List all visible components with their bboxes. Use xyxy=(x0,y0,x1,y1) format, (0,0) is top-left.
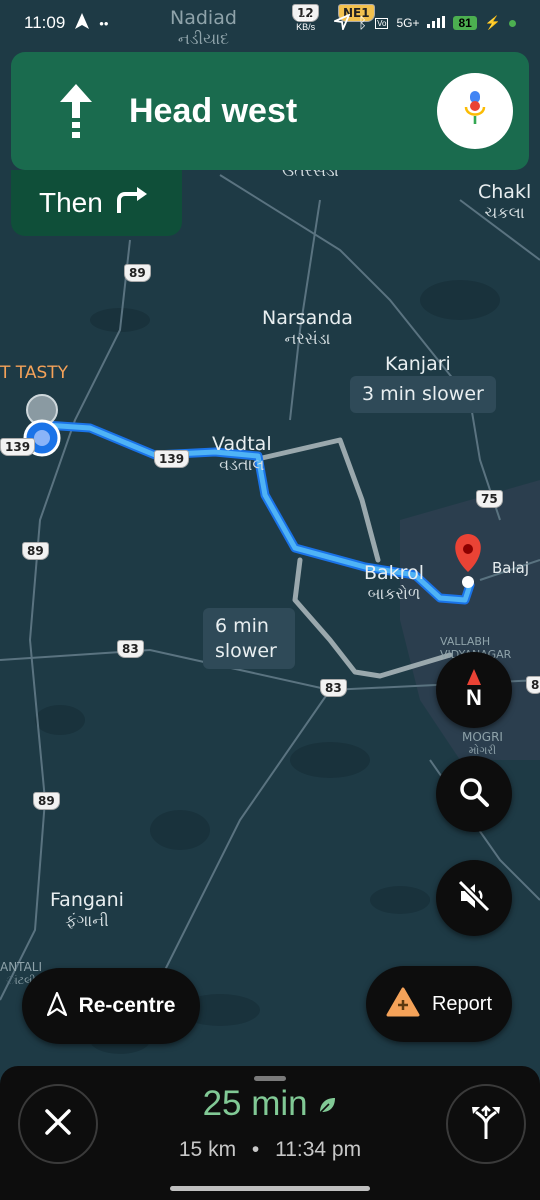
place-label: Kanjari xyxy=(385,353,451,376)
status-bar: 11:09 •• 13.9 KB/s ᛒ Vo 5G+ 81 ⚡ xyxy=(0,0,540,46)
poi-label[interactable]: T TASTY xyxy=(0,363,69,384)
signal-icon xyxy=(427,15,446,31)
place-name: Fangani xyxy=(50,889,124,911)
drag-handle[interactable] xyxy=(254,1076,286,1081)
place-label: Chakl ચકલા xyxy=(478,181,532,222)
place-name: Narsanda xyxy=(262,307,353,329)
road-shield: 139 xyxy=(154,450,190,468)
eco-leaf-icon xyxy=(317,1084,337,1123)
place-label: Vadtal વડતાલ xyxy=(212,433,272,474)
recentre-button[interactable]: Re-centre xyxy=(22,968,200,1044)
volume-off-icon xyxy=(457,879,491,918)
place-name: Balaj xyxy=(492,559,530,577)
trip-summary-sheet[interactable]: 25 min 15 km • 11:34 pm xyxy=(0,1066,540,1200)
place-name: Chakl xyxy=(478,181,532,203)
alt-route-callout[interactable]: 6 min slower xyxy=(203,608,295,670)
report-button[interactable]: Report xyxy=(366,966,512,1042)
place-label: Narsanda નરસંડા xyxy=(262,307,353,348)
road-shield: 8 xyxy=(526,676,540,694)
place-name: MOGRI xyxy=(462,730,503,744)
turn-right-icon xyxy=(115,186,149,221)
charging-icon: ⚡ xyxy=(484,15,501,30)
clock: 11:09 xyxy=(24,13,66,32)
road-shield: 75 xyxy=(476,490,503,508)
volte-icon: Vo xyxy=(375,17,389,29)
place-name: Bakrol xyxy=(364,562,424,584)
report-label: Report xyxy=(431,992,493,1015)
straight-arrow-icon xyxy=(51,81,101,141)
location-icon xyxy=(331,12,351,33)
navigation-arrow-icon xyxy=(46,991,67,1021)
alt-route-callout[interactable]: 3 min slower xyxy=(350,376,496,413)
report-warning-icon xyxy=(386,987,420,1022)
place-name: ANTALI xyxy=(0,960,43,974)
compass-button[interactable]: N xyxy=(436,652,512,728)
place-name-gujarati: બાકરોળ xyxy=(367,583,421,603)
recentre-label: Re-centre xyxy=(78,994,176,1017)
place-name-gujarati: ફંગાની xyxy=(65,910,109,930)
place-label: Balaj xyxy=(492,559,530,577)
more-dots-icon: •• xyxy=(99,15,109,31)
system-gesture-bar[interactable] xyxy=(170,1186,370,1191)
place-name-gujarati: વડતાલ xyxy=(219,454,265,474)
mute-button[interactable] xyxy=(436,860,512,936)
fork-routes-icon xyxy=(469,1104,503,1145)
next-maneuver-card[interactable]: Then xyxy=(11,170,182,236)
compass-north-label: N xyxy=(466,685,482,710)
network-type: 5G+ xyxy=(396,16,420,30)
road-shield: 89 xyxy=(22,542,49,560)
road-shield: 83 xyxy=(320,679,347,697)
search-button[interactable] xyxy=(436,756,512,832)
then-label: Then xyxy=(39,187,103,218)
road-shield: 83 xyxy=(117,640,144,658)
place-label: MOGRI મોગરી xyxy=(462,730,503,757)
place-name-gujarati: ચકલા xyxy=(484,202,525,222)
direction-banner[interactable]: Head west xyxy=(11,52,529,170)
bluetooth-icon: ᛒ xyxy=(358,14,368,32)
search-icon xyxy=(458,776,490,813)
microphone-icon xyxy=(464,90,486,132)
place-label: Bakrol બાકરોળ xyxy=(364,562,424,603)
road-shield: 89 xyxy=(33,792,60,810)
network-speed: 13.9 KB/s xyxy=(296,13,316,32)
battery-indicator: 81 xyxy=(453,16,477,30)
road-shield: 89 xyxy=(124,264,151,282)
place-label: Fangani ફંગાની xyxy=(50,889,124,930)
place-name-gujarati: નરસંડા xyxy=(284,328,331,348)
place-name: Kanjari xyxy=(385,353,451,375)
place-name: Vadtal xyxy=(212,433,272,455)
direction-instruction: Head west xyxy=(129,91,298,130)
road-shield: 139 xyxy=(0,438,36,456)
arrival-time: 11:34 pm xyxy=(275,1138,362,1161)
poi-name: T TASTY xyxy=(0,363,69,383)
separator-dot: • xyxy=(251,1138,260,1161)
compass-icon: N xyxy=(466,669,482,711)
navigation-status-icon xyxy=(75,12,90,34)
alternate-routes-button[interactable] xyxy=(446,1084,526,1164)
trip-duration: 25 min xyxy=(202,1084,308,1123)
dot-indicator xyxy=(509,19,516,27)
voice-search-button[interactable] xyxy=(437,73,513,149)
trip-distance: 15 km xyxy=(178,1138,237,1161)
